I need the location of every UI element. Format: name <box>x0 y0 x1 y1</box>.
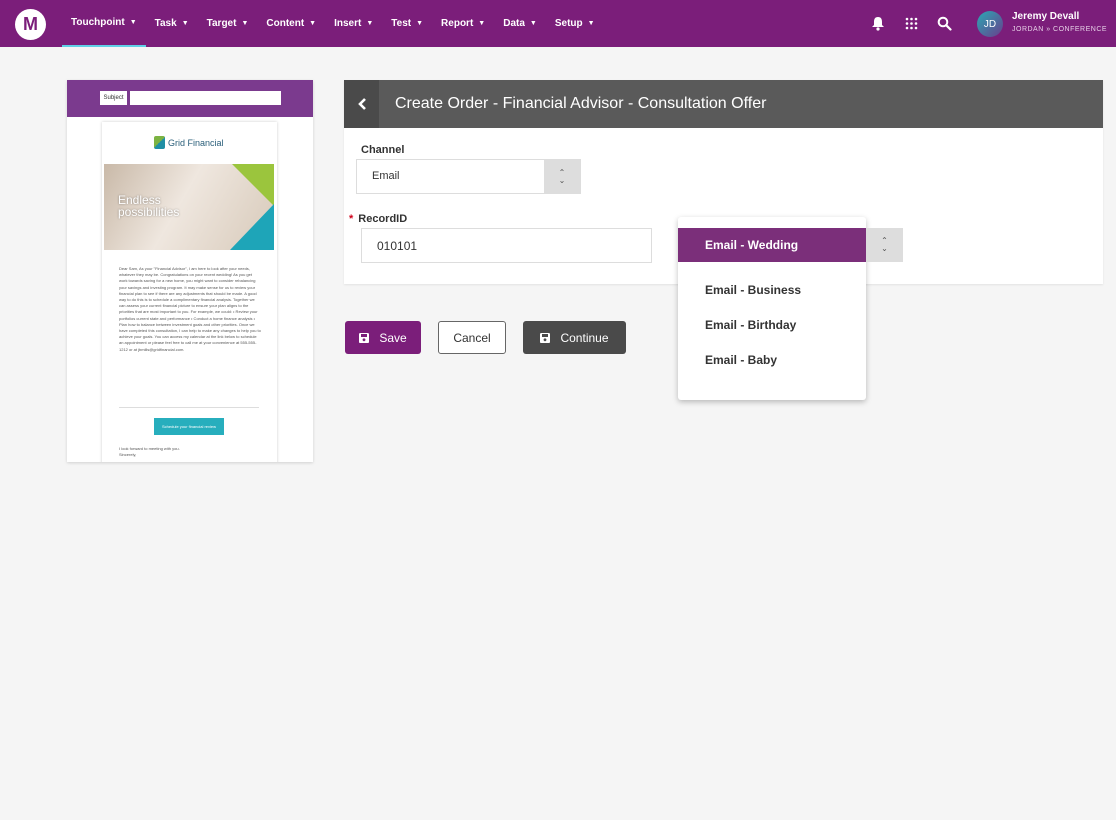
nav-item-target[interactable]: Target ▼ <box>198 0 258 47</box>
subject-field[interactable] <box>130 91 281 105</box>
divider <box>119 407 259 408</box>
brand-name: Grid Financial <box>168 137 224 148</box>
hero-tagline: Endless possibilities <box>118 193 180 219</box>
chevron-down-icon: ▼ <box>181 20 189 27</box>
nav-label: Touchpoint <box>71 17 125 28</box>
record-id-value: 010101 <box>377 239 418 253</box>
bell-icon[interactable] <box>869 14 887 32</box>
nav-label: Content <box>266 18 305 29</box>
user-context: JORDAN » CONFERENCE <box>1012 26 1108 33</box>
nav-label: Task <box>154 18 177 29</box>
nav-label: Test <box>391 18 412 29</box>
email-cta-button: Schedule your financial review <box>154 418 224 435</box>
dropdown-option-baby[interactable]: Email - Baby <box>678 343 866 377</box>
chevron-down-icon: ▼ <box>366 20 374 27</box>
cancel-label: Cancel <box>453 330 491 345</box>
continue-label: Continue <box>560 330 609 345</box>
channel-select[interactable]: Email ⌃ ⌄ <box>356 159 581 194</box>
hero-shape <box>232 164 274 206</box>
nav-label: Insert <box>334 18 362 29</box>
record-id-label: * RecordID <box>349 213 407 225</box>
dropdown-option-birthday[interactable]: Email - Birthday <box>678 308 866 342</box>
nav-label: Data <box>503 18 525 29</box>
user-name[interactable]: Jeremy Devall <box>1012 11 1079 22</box>
nav-item-data[interactable]: Data ▼ <box>494 0 546 47</box>
subject-label: Subject <box>100 91 127 105</box>
closing-text: Sincerely, <box>119 452 137 457</box>
panel-title: Create Order - Financial Advisor - Consu… <box>395 95 767 112</box>
top-navigation-bar: M Touchpoint ▼ Task ▼ Target ▼ Content ▼ Ins… <box>0 0 1116 47</box>
record-id-label-text: RecordID <box>358 213 408 225</box>
chevron-down-icon: ▼ <box>241 20 249 27</box>
search-icon[interactable] <box>935 14 953 32</box>
dropdown-option-business[interactable]: Email - Business <box>678 273 866 307</box>
channel-value: Email <box>372 170 400 182</box>
dropdown-option-wedding[interactable]: Email - Wedding <box>678 228 866 262</box>
email-body-text: Dear Sam, As your "Financial Advisor", I… <box>119 266 261 352</box>
brand-logo: Grid Financial <box>154 136 224 149</box>
grid-financial-logo-icon <box>154 136 165 149</box>
email-signoff: I look forward to meeting with you. Sinc… <box>119 446 180 458</box>
apps-grid-icon[interactable] <box>902 14 920 32</box>
nav-item-test[interactable]: Test ▼ <box>382 0 432 47</box>
main-nav: Touchpoint ▼ Task ▼ Target ▼ Content ▼ Inser… <box>62 0 604 47</box>
email-body-preview: Grid Financial Endless possibilities Dea… <box>102 122 277 462</box>
channel-label: Channel <box>361 144 405 156</box>
panel-header: Create Order - Financial Advisor - Consu… <box>344 80 1103 128</box>
nav-item-report[interactable]: Report ▼ <box>432 0 494 47</box>
hero-shape <box>230 204 274 250</box>
continue-button[interactable]: Continue <box>523 321 626 354</box>
chevron-left-icon <box>357 98 366 110</box>
chevron-down-icon: ▼ <box>416 20 424 27</box>
nav-item-task[interactable]: Task ▼ <box>146 0 198 47</box>
user-avatar[interactable]: JD <box>977 11 1003 37</box>
chevron-down-icon: ▼ <box>529 20 537 27</box>
required-asterisk: * <box>349 213 354 225</box>
cancel-button[interactable]: Cancel <box>438 321 506 354</box>
chevron-down-icon: ▼ <box>587 20 595 27</box>
logo-mark: M <box>23 14 38 34</box>
nav-item-insert[interactable]: Insert ▼ <box>325 0 382 47</box>
save-label: Save <box>379 330 407 345</box>
template-dropdown-list: Email - Wedding Email - Business Email -… <box>678 217 866 400</box>
chevron-down-icon: ▼ <box>129 19 137 26</box>
record-id-input[interactable]: 010101 <box>361 228 652 263</box>
nav-label: Report <box>441 18 474 29</box>
nav-item-setup[interactable]: Setup ▼ <box>546 0 604 47</box>
nav-item-content[interactable]: Content ▼ <box>257 0 325 47</box>
save-button[interactable]: Save <box>345 321 421 354</box>
nav-label: Target <box>206 18 237 29</box>
nav-label: Setup <box>554 18 583 29</box>
select-arrows-icon[interactable]: ⌃ ⌄ <box>544 160 580 193</box>
hero-image: Endless possibilities <box>104 164 274 250</box>
chevron-down-icon: ▼ <box>478 20 486 27</box>
save-disk-icon <box>359 332 370 343</box>
app-logo[interactable]: M <box>15 9 46 40</box>
select-arrows-icon[interactable]: ⌃ ⌄ <box>866 228 903 262</box>
back-button[interactable] <box>344 80 379 128</box>
save-disk-icon <box>540 332 551 343</box>
email-preview-card: Subject Grid Financial Endless possibili… <box>67 80 313 462</box>
nav-item-touchpoint[interactable]: Touchpoint ▼ <box>62 0 146 47</box>
preview-header: Subject <box>67 80 313 117</box>
chevron-down-icon: ▼ <box>309 20 317 27</box>
